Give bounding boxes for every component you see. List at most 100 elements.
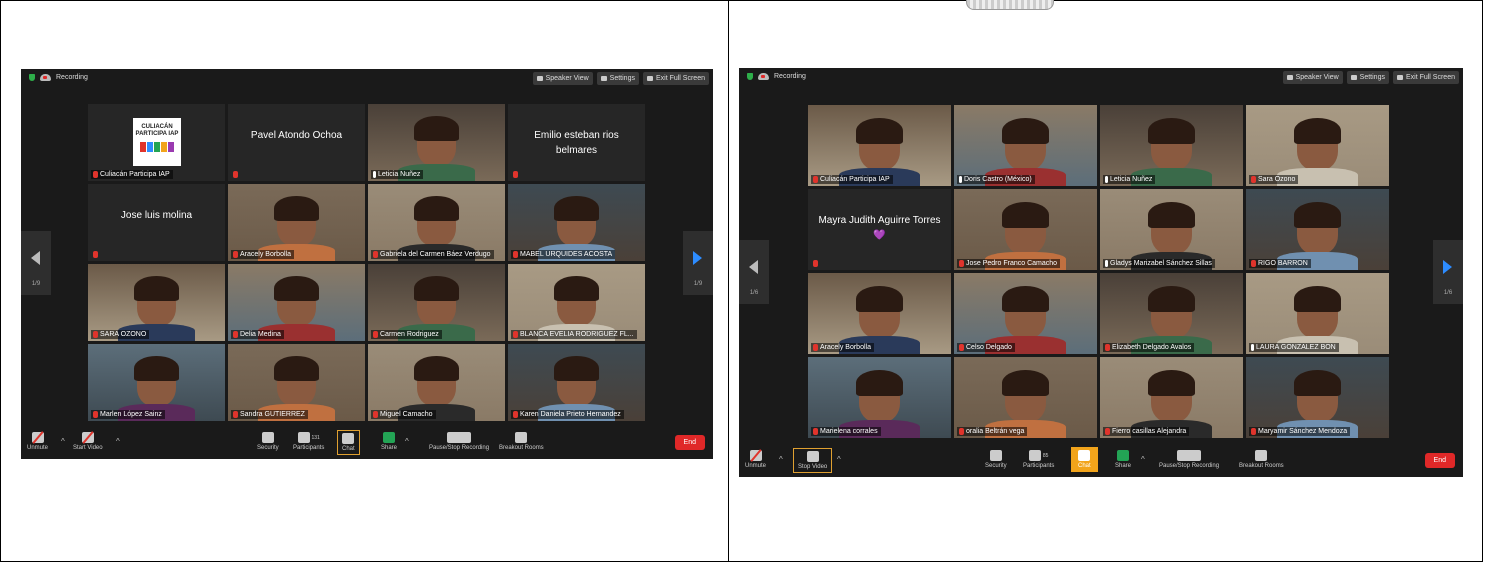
participant-tile[interactable]: Carmen Rodriguez bbox=[368, 264, 505, 341]
participant-tile[interactable]: Celso Delgado bbox=[954, 273, 1097, 354]
participant-tile[interactable]: Jose luis molina bbox=[88, 184, 225, 261]
chevron-left-icon bbox=[749, 260, 758, 274]
participant-tile[interactable]: Gladys Marizabel Sánchez Sillas bbox=[1100, 189, 1243, 270]
speaker-view-button[interactable]: Speaker View bbox=[1282, 71, 1343, 84]
audio-options-caret[interactable]: ^ bbox=[779, 455, 783, 464]
previous-page-arrow[interactable]: 1/6 bbox=[739, 240, 769, 304]
audio-options-caret[interactable]: ^ bbox=[61, 437, 65, 446]
participant-face bbox=[856, 118, 903, 170]
microphone-muted-icon bbox=[373, 331, 378, 338]
microphone-muted-icon bbox=[93, 331, 98, 338]
participant-name: Leticia Nuñez bbox=[1110, 176, 1153, 183]
participant-tile[interactable]: Karen Daniela Prieto Hernandez bbox=[508, 344, 645, 421]
participant-video bbox=[1246, 357, 1389, 438]
participant-tile[interactable]: Leticia Nuñez bbox=[1100, 105, 1243, 186]
participant-video bbox=[1100, 189, 1243, 270]
pause-stop-recording-button[interactable]: Pause/Stop Recording bbox=[1159, 450, 1219, 469]
participant-name-label: Miguel Camacho bbox=[371, 410, 436, 419]
participant-tile[interactable]: Elizabeth Delgado Avalos bbox=[1100, 273, 1243, 354]
top-bar: Recording Speaker View Settings Exit Ful… bbox=[21, 69, 713, 93]
participant-tile[interactable]: Pavel Atondo Ochoa bbox=[228, 104, 365, 181]
participant-tile[interactable]: Maryamir Sánchez Mendoza bbox=[1246, 357, 1389, 438]
participant-tile[interactable]: Aracely Borbolla bbox=[228, 184, 365, 261]
microphone-muted-icon bbox=[513, 331, 518, 338]
breakout-rooms-button[interactable]: Breakout Rooms bbox=[1239, 450, 1284, 469]
next-page-arrow[interactable]: 1/9 bbox=[683, 231, 713, 295]
next-page-arrow[interactable]: 1/6 bbox=[1433, 240, 1463, 304]
security-button[interactable]: Security bbox=[257, 432, 279, 451]
participant-tile[interactable]: Emilio esteban rios belmares bbox=[508, 104, 645, 181]
share-options-caret[interactable]: ^ bbox=[1141, 455, 1145, 464]
video-options-caret[interactable]: ^ bbox=[116, 437, 120, 446]
end-meeting-button[interactable]: End bbox=[1424, 453, 1455, 468]
participant-name-label: Leticia Nuñez bbox=[1103, 175, 1156, 184]
chat-button[interactable]: Chat bbox=[337, 430, 360, 455]
microphone-muted-icon bbox=[1105, 344, 1110, 351]
participants-button[interactable]: 85 Participants bbox=[1023, 450, 1054, 469]
participant-name: Fierro casillas Alejandra bbox=[1112, 428, 1187, 435]
video-options-caret[interactable]: ^ bbox=[837, 455, 841, 464]
participant-tile[interactable]: RIGO BARRON bbox=[1246, 189, 1389, 270]
microphone-icon bbox=[1105, 260, 1108, 267]
settings-button[interactable]: Settings bbox=[1346, 71, 1389, 84]
microphone-muted-icon bbox=[233, 251, 238, 258]
participant-tile[interactable]: Jose Pedro Franco Camacho bbox=[954, 189, 1097, 270]
end-meeting-button[interactable]: End bbox=[674, 435, 705, 450]
page-indicator: 1/9 bbox=[693, 281, 703, 287]
participant-name: Gabriela del Carmen Báez Verdugo bbox=[380, 251, 491, 258]
participant-name: BLANCA EVELIA RODRIGUEZ FL... bbox=[520, 331, 634, 338]
participant-tile[interactable]: Mayra Judith Aguirre Torres💜 bbox=[808, 189, 951, 270]
speaker-view-button[interactable]: Speaker View bbox=[532, 72, 593, 85]
participant-tile[interactable]: Leticia Nuñez bbox=[368, 104, 505, 181]
share-button[interactable]: Share bbox=[1115, 450, 1131, 469]
participant-tile[interactable]: Aracely Borbolla bbox=[808, 273, 951, 354]
shield-icon bbox=[29, 74, 35, 81]
unmute-button[interactable]: Unmute bbox=[745, 450, 766, 469]
participant-name-label: MABEL URQUIDES ACOSTA bbox=[511, 250, 616, 259]
participant-tile[interactable]: Fierro casillas Alejandra bbox=[1100, 357, 1243, 438]
participant-tile[interactable]: CULIACÁN PARTICIPA IAP Culiacán Participa… bbox=[88, 104, 225, 181]
page-indicator: 1/6 bbox=[1443, 290, 1453, 296]
microphone-muted-icon bbox=[513, 251, 518, 258]
participant-tile[interactable]: Marlen López Sainz bbox=[88, 344, 225, 421]
participant-name: Elizabeth Delgado Avalos bbox=[1112, 344, 1192, 351]
start-video-button[interactable]: Start Video bbox=[73, 432, 103, 451]
pause-stop-recording-button[interactable]: Pause/Stop Recording bbox=[429, 432, 489, 451]
participant-tile[interactable]: Sara Ozono bbox=[1246, 105, 1389, 186]
participants-button[interactable]: 131 Participants bbox=[293, 432, 324, 451]
participant-face bbox=[274, 356, 320, 406]
participant-tile[interactable]: oralia Beltrán vega bbox=[954, 357, 1097, 438]
microphone-muted-icon bbox=[1251, 260, 1256, 267]
participant-tile[interactable]: Delia Medina bbox=[228, 264, 365, 341]
security-button[interactable]: Security bbox=[985, 450, 1007, 469]
microphone-muted-icon bbox=[813, 428, 818, 435]
settings-button[interactable]: Settings bbox=[596, 72, 639, 85]
participant-tile[interactable]: LAURA GONZALEZ BON bbox=[1246, 273, 1389, 354]
exit-full-screen-button[interactable]: Exit Full Screen bbox=[642, 72, 709, 85]
participant-tile[interactable]: SARA OZONO bbox=[88, 264, 225, 341]
unmute-button[interactable]: Unmute bbox=[27, 432, 48, 451]
participant-name: Karen Daniela Prieto Hernandez bbox=[520, 411, 621, 418]
participant-tile[interactable]: Miguel Camacho bbox=[368, 344, 505, 421]
participant-tile[interactable]: Sandra GUTIERREZ bbox=[228, 344, 365, 421]
share-button[interactable]: Share bbox=[381, 432, 397, 451]
chat-button[interactable]: Chat bbox=[1071, 447, 1098, 472]
stop-video-button[interactable]: Stop Video bbox=[793, 448, 833, 473]
participant-tile[interactable]: Marielena corrales bbox=[808, 357, 951, 438]
participant-tile[interactable]: BLANCA EVELIA RODRIGUEZ FL... bbox=[508, 264, 645, 341]
participant-tile[interactable]: Gabriela del Carmen Báez Verdugo bbox=[368, 184, 505, 261]
microphone-muted-icon bbox=[813, 176, 818, 183]
exit-full-screen-button[interactable]: Exit Full Screen bbox=[1392, 71, 1459, 84]
share-options-caret[interactable]: ^ bbox=[405, 437, 409, 446]
participant-tile[interactable]: Culiacán Participa IAP bbox=[808, 105, 951, 186]
microphone-muted-icon bbox=[233, 331, 238, 338]
participant-tile[interactable]: MABEL URQUIDES ACOSTA bbox=[508, 184, 645, 261]
participant-name: oralia Beltrán vega bbox=[966, 428, 1025, 435]
logo-text: CULIACÁN PARTICIPA IAP bbox=[135, 124, 179, 137]
participant-face bbox=[1294, 370, 1341, 422]
previous-page-arrow[interactable]: 1/9 bbox=[21, 231, 51, 295]
participant-tile[interactable]: Doris Castro (México) bbox=[954, 105, 1097, 186]
participant-face bbox=[414, 116, 460, 166]
participant-name-label: BLANCA EVELIA RODRIGUEZ FL... bbox=[511, 330, 637, 339]
breakout-rooms-button[interactable]: Breakout Rooms bbox=[499, 432, 544, 451]
